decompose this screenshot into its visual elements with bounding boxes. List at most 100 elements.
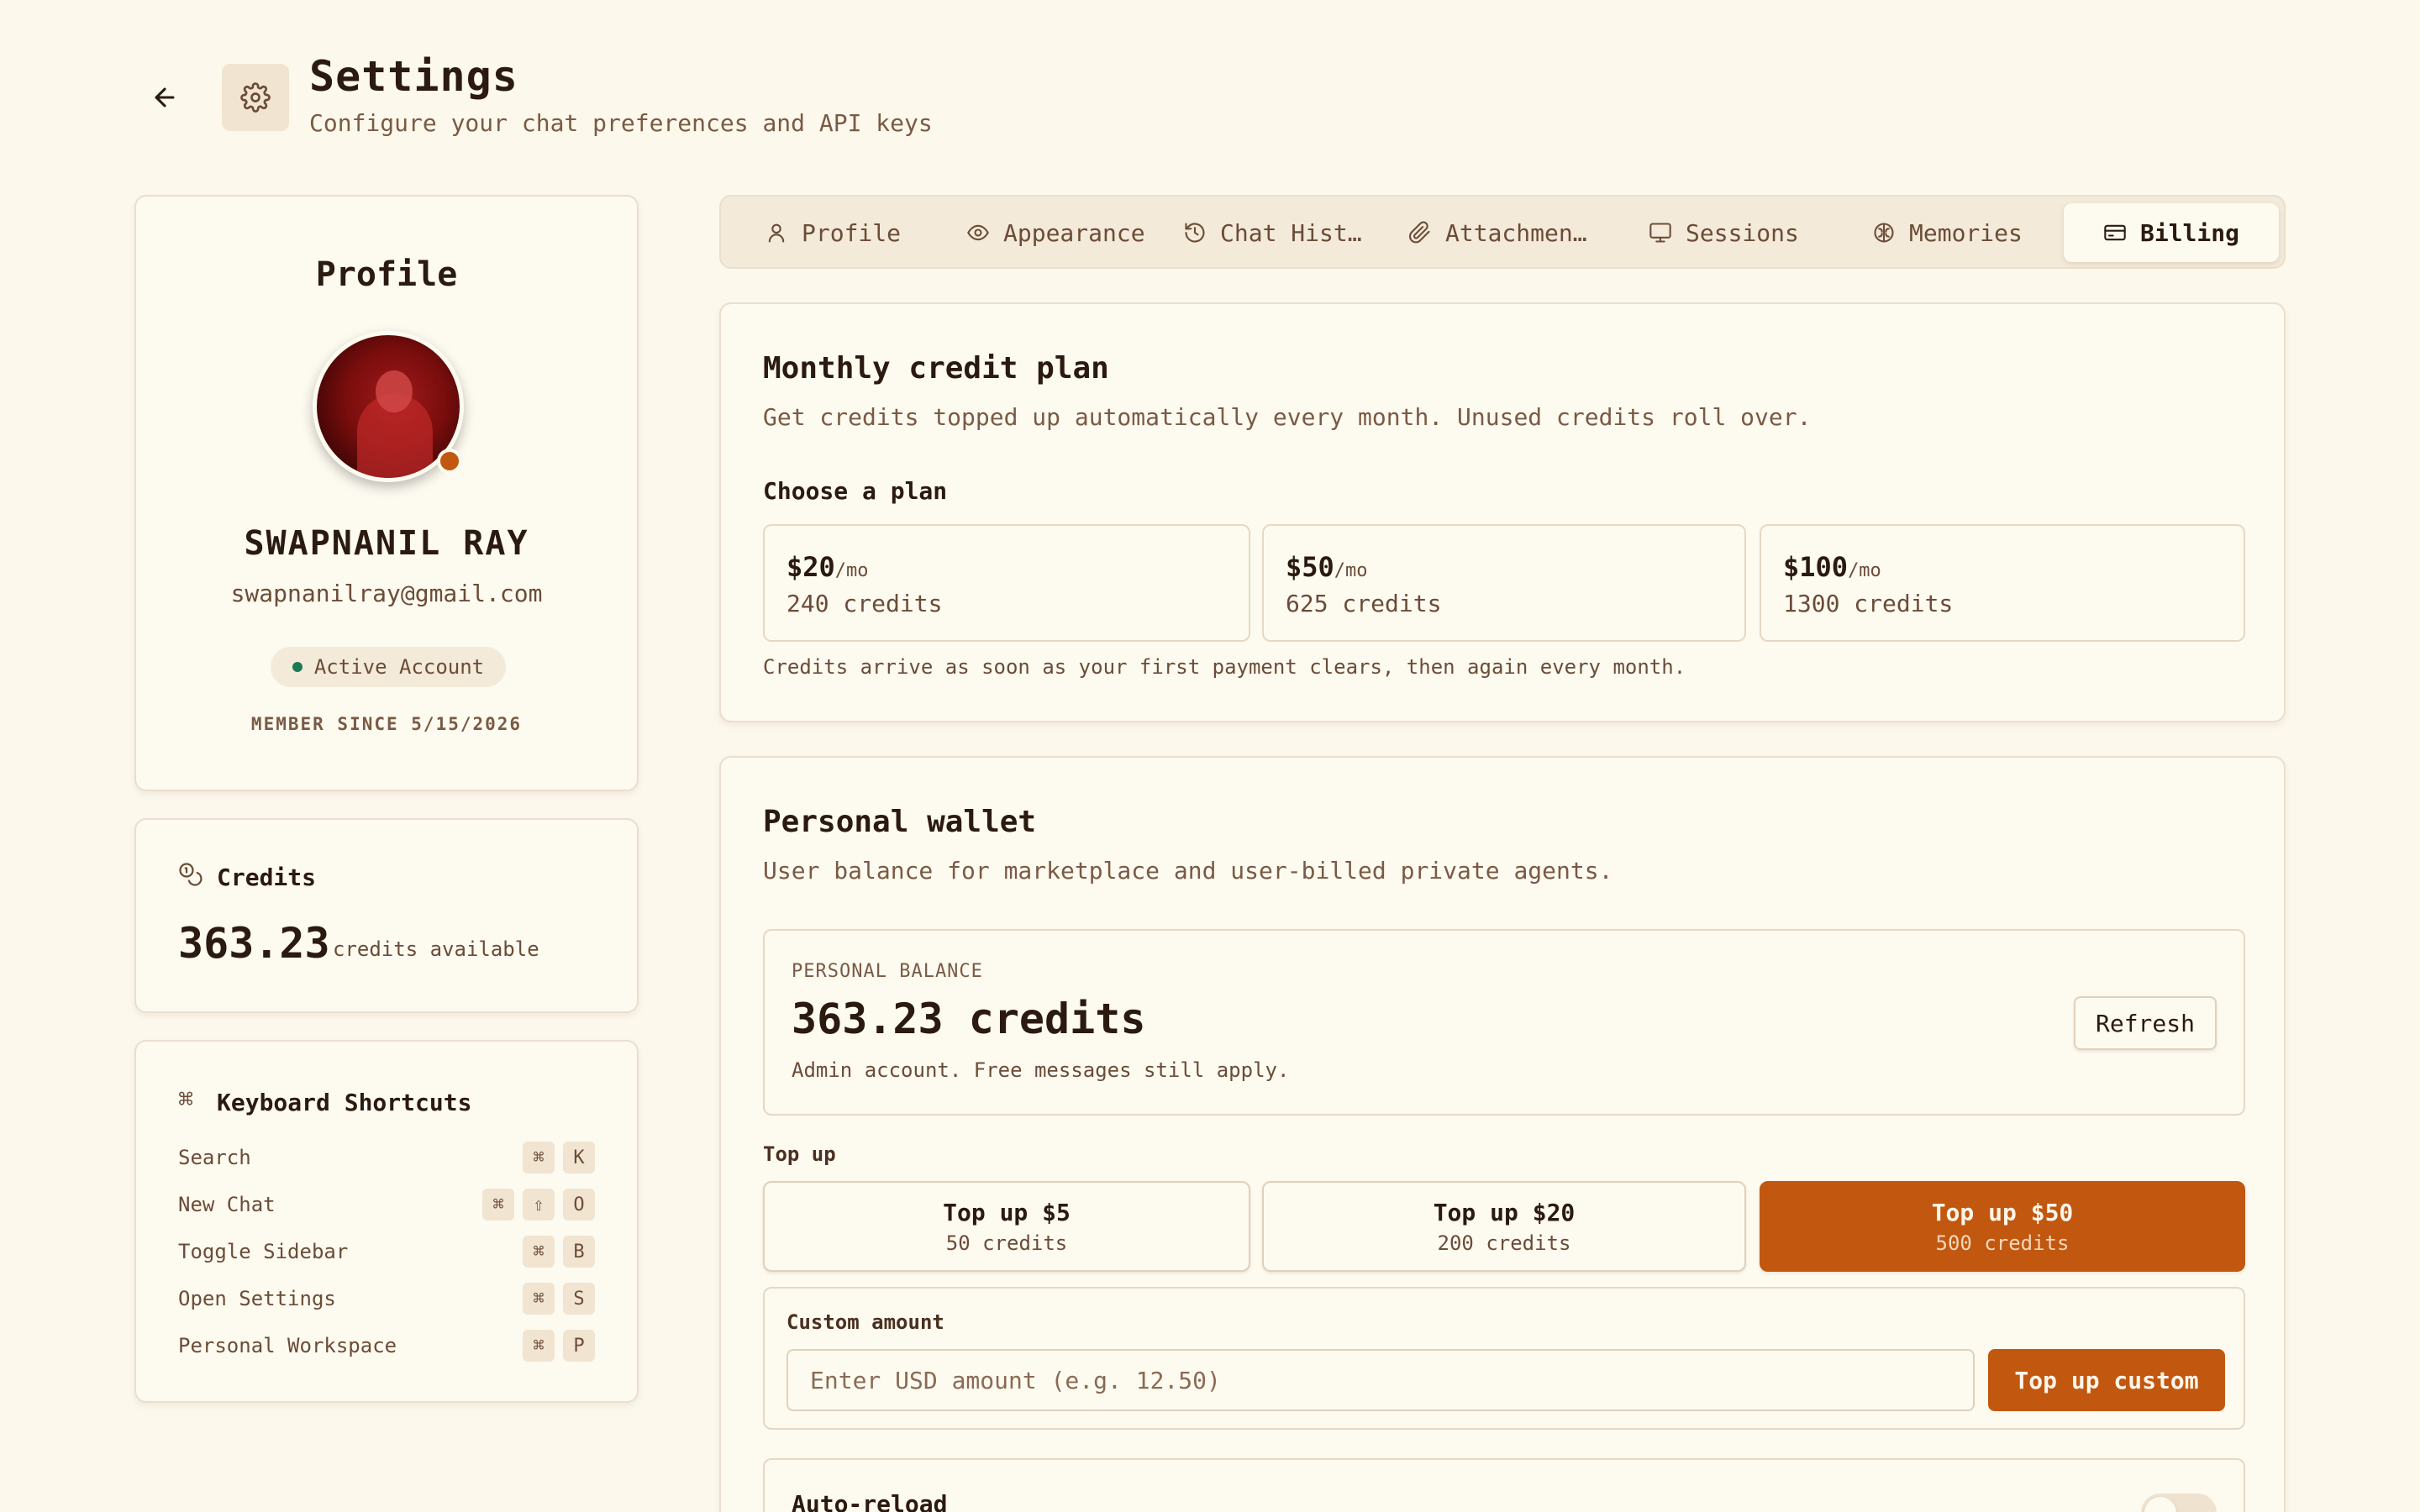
tab-billing[interactable]: Billing	[2064, 203, 2279, 262]
member-since: MEMBER SINCE 5/15/2026	[250, 714, 523, 734]
tab-label: Appearance	[1003, 218, 1145, 247]
plan-period: /mo	[834, 560, 869, 581]
key-cap: ⌘	[523, 1142, 555, 1173]
shortcut-row-toggle-sidebar: Toggle Sidebar ⌘ B	[178, 1233, 595, 1270]
shortcut-label: Search	[178, 1146, 251, 1169]
shortcuts-title: Keyboard Shortcuts	[217, 1089, 472, 1116]
command-icon: ⌘	[178, 1085, 194, 1115]
plan-credits: 240 credits	[786, 590, 943, 617]
shortcut-row-open-settings: Open Settings ⌘ S	[178, 1280, 595, 1317]
tab-memories[interactable]: Memories	[1872, 203, 2023, 262]
plan-option-100[interactable]: $100/mo 1300 credits	[1760, 524, 2245, 642]
profile-card: Profile SWAPNANIL RAY swapnanilray@gmail…	[134, 195, 639, 791]
key-cap: ⌘	[523, 1283, 555, 1315]
key-cap: P	[563, 1330, 595, 1362]
topup-50-button[interactable]: Top up $50 500 credits	[1760, 1181, 2245, 1272]
settings-tabs: Profile Appearance Chat Hist… Attachmen……	[719, 195, 2286, 269]
topup-amount: Top up $50	[1931, 1198, 2074, 1226]
tab-profile[interactable]: Profile	[765, 203, 901, 262]
key-cap: B	[563, 1236, 595, 1268]
plan-period: /mo	[1848, 560, 1881, 581]
page-subtitle: Configure your chat preferences and API …	[309, 109, 933, 137]
balance-value: 363.23 credits	[792, 995, 1146, 1043]
key-cap: O	[563, 1189, 595, 1221]
auto-reload-label: Auto-reload	[792, 1490, 948, 1512]
shortcut-label: Open Settings	[178, 1287, 336, 1310]
gear-icon	[240, 82, 271, 113]
credit-card-icon	[2104, 224, 2126, 241]
topup-20-button[interactable]: Top up $20 200 credits	[1262, 1181, 1746, 1272]
settings-header-icon	[222, 64, 289, 131]
topup-credits: 500 credits	[1935, 1231, 2070, 1255]
plan-option-50[interactable]: $50/mo 625 credits	[1262, 524, 1746, 642]
plan-title: Monthly credit plan	[763, 351, 1109, 386]
credits-value: 363.23	[178, 919, 330, 968]
plan-price-value: $20	[786, 551, 835, 583]
plan-note: Credits arrive as soon as your first pay…	[763, 655, 1686, 679]
shortcut-row-new-chat: New Chat ⌘ ⇧ O	[178, 1186, 595, 1223]
balance-note: Admin account. Free messages still apply…	[792, 1058, 1290, 1082]
tab-label: Attachmen…	[1445, 218, 1587, 247]
tab-label: Sessions	[1686, 218, 1799, 247]
arrow-left-icon	[155, 87, 175, 108]
key-cap: K	[563, 1142, 595, 1173]
key-cap: S	[563, 1283, 595, 1315]
shortcut-label: New Chat	[178, 1193, 276, 1216]
auto-reload-box: Auto-reload	[763, 1458, 2245, 1512]
plan-price: $50/mo	[1286, 551, 1368, 583]
credits-unit: credits available	[333, 937, 539, 961]
topup-credits: 200 credits	[1437, 1231, 1571, 1255]
status-dot-icon	[292, 662, 302, 672]
topup-label: Top up	[763, 1142, 836, 1166]
topup-credits: 50 credits	[945, 1231, 1068, 1255]
wallet-subtitle: User balance for marketplace and user-bi…	[763, 857, 1613, 885]
choose-plan-label: Choose a plan	[763, 477, 948, 505]
plan-price-value: $50	[1286, 551, 1334, 583]
plan-price-value: $100	[1783, 551, 1849, 583]
key-cap: ⌘	[523, 1330, 555, 1362]
key-cap: ⌘	[523, 1236, 555, 1268]
plan-option-20[interactable]: $20/mo 240 credits	[763, 524, 1250, 642]
shortcut-row-search: Search ⌘ K	[178, 1139, 595, 1176]
history-icon	[1185, 223, 1205, 243]
coins-icon	[179, 863, 203, 886]
plan-price: $20/mo	[786, 551, 869, 583]
topup-amount: Top up $5	[943, 1198, 1071, 1226]
custom-amount-box: Custom amount Top up custom	[763, 1287, 2245, 1430]
status-badge: Active Account	[271, 647, 506, 687]
wallet-title: Personal wallet	[763, 805, 1037, 839]
topup-5-button[interactable]: Top up $5 50 credits	[763, 1181, 1250, 1272]
back-button[interactable]	[145, 81, 185, 114]
tab-sessions[interactable]: Sessions	[1649, 203, 1799, 262]
auto-reload-toggle[interactable]	[2141, 1494, 2217, 1512]
tab-attachments[interactable]: Attachmen…	[1408, 203, 1587, 262]
refresh-button[interactable]: Refresh	[2074, 996, 2217, 1050]
online-status-dot	[437, 449, 462, 474]
tab-appearance[interactable]: Appearance	[966, 203, 1145, 262]
shortcut-label: Personal Workspace	[178, 1334, 397, 1357]
plan-price: $100/mo	[1783, 551, 1881, 583]
tab-label: Profile	[802, 218, 902, 247]
key-cap: ⌘	[482, 1189, 514, 1221]
balance-box: PERSONAL BALANCE 363.23 credits Admin ac…	[763, 929, 2245, 1116]
custom-amount-input[interactable]	[786, 1349, 1975, 1411]
monitor-icon	[1649, 223, 1671, 243]
brain-icon	[1874, 223, 1894, 243]
paperclip-icon	[1409, 221, 1430, 244]
personal-wallet-card: Personal wallet User balance for marketp…	[719, 756, 2286, 1512]
topup-custom-button[interactable]: Top up custom	[1988, 1349, 2225, 1411]
tab-label: Chat Hist…	[1220, 218, 1362, 247]
shortcut-row-personal-workspace: Personal Workspace ⌘ P	[178, 1327, 595, 1364]
tab-label: Memories	[1909, 218, 2023, 247]
tab-chat-history[interactable]: Chat Hist…	[1183, 203, 1362, 262]
topup-amount: Top up $20	[1433, 1198, 1576, 1226]
custom-amount-label: Custom amount	[786, 1310, 944, 1334]
keyboard-shortcuts-card: ⌘ Keyboard Shortcuts Search ⌘ K New Chat …	[134, 1040, 639, 1403]
profile-name: SWAPNANIL RAY	[244, 524, 529, 563]
plan-subtitle: Get credits topped up automatically ever…	[763, 403, 1812, 431]
credits-card: Credits 363.23 credits available	[134, 818, 639, 1013]
balance-label: PERSONAL BALANCE	[792, 961, 983, 982]
plan-period: /mo	[1334, 560, 1368, 581]
tab-label: Billing	[2139, 218, 2239, 247]
plan-credits: 625 credits	[1286, 590, 1442, 617]
